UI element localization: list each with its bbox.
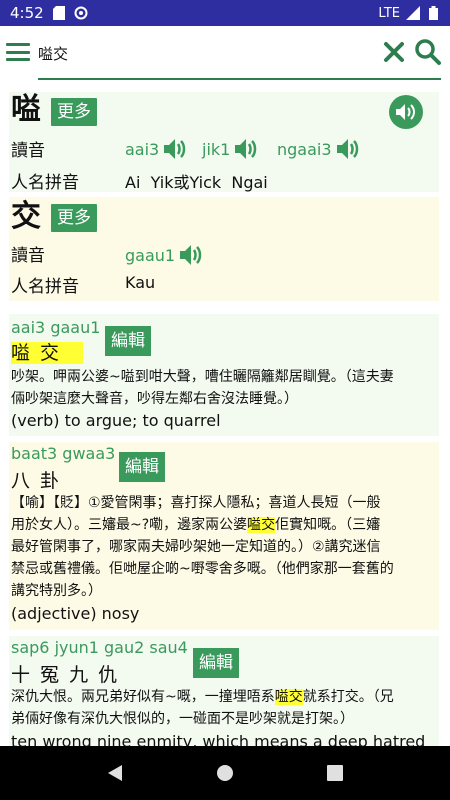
- entry-jyutping: sap6 jyun1 gau2 sau4: [11, 638, 188, 657]
- entry-jyutping: baat3 gwaa3: [11, 444, 116, 463]
- speaker-icon[interactable]: [234, 137, 260, 161]
- pron-text: aai3: [125, 139, 160, 159]
- signal-icon: [406, 6, 420, 20]
- speaker-icon[interactable]: [179, 243, 205, 267]
- search-icon[interactable]: [414, 38, 442, 66]
- menu-icon[interactable]: [6, 40, 32, 64]
- entry-headword: 八 卦: [11, 470, 62, 492]
- highlight: 嗌交: [247, 517, 276, 533]
- sync-icon: [74, 6, 88, 20]
- name-pinyin-values: Ai Yik或Yick Ngai: [125, 173, 268, 192]
- speaker-icon[interactable]: [163, 137, 189, 161]
- edit-button[interactable]: 編輯: [119, 452, 165, 482]
- name-pinyin-values: Kau: [125, 273, 156, 292]
- char-card: 嗌 更多 讀音 aai3 jik1 ngaai3 人名拼音 Ai Yik或Yic…: [9, 92, 439, 193]
- more-button[interactable]: 更多: [51, 98, 97, 126]
- entry-jyutping: aai3 gaau1: [11, 318, 101, 337]
- status-time: 4:52: [10, 4, 44, 22]
- name-pinyin-label: 人名拼音: [11, 173, 79, 193]
- entry-definition: 吵架。呷兩公婆~嗌到咁大聲，嘈住曬隔籬鄰居瞓覺。（這夫妻 倆吵架這麼大聲音，吵得…: [11, 369, 394, 407]
- char-glyph: 嗌: [11, 92, 41, 127]
- navigation-bar: [0, 746, 450, 800]
- name-pinyin-label: 人名拼音: [11, 277, 79, 297]
- entry-english: (adjective) nosy: [11, 604, 140, 623]
- edit-button[interactable]: 編輯: [193, 648, 239, 678]
- char-glyph: 交: [11, 199, 41, 234]
- entry[interactable]: aai3 gaau1 嗌 交 編輯 吵架。呷兩公婆~嗌到咁大聲，嘈住曬隔籬鄰居瞓…: [9, 314, 439, 436]
- pron-aai3[interactable]: aai3: [125, 137, 189, 161]
- search-bar: [0, 26, 450, 82]
- pron-ngaai3[interactable]: ngaai3: [277, 137, 362, 161]
- entry-english: ten wrong nine enmity, which means a dee…: [11, 732, 426, 746]
- more-button[interactable]: 更多: [51, 204, 97, 232]
- pron-text: gaau1: [125, 245, 176, 265]
- sd-card-icon: [52, 6, 66, 20]
- pron-text: ngaai3: [277, 139, 332, 159]
- highlight: 嗌交: [274, 689, 303, 705]
- pron-text: jik1: [202, 139, 231, 159]
- entry-english: (verb) to argue; to quarrel: [11, 411, 221, 430]
- entry-headword: 嗌 交: [11, 342, 84, 364]
- entry-headword: 十 冤 九 仇: [11, 664, 120, 686]
- search-underline: [38, 78, 441, 80]
- entry-definition: 【喻】【貶】①愛管閑事；喜打探人隱私；喜道人長短（一般 用於女人）。三嬸最~?嘞…: [11, 495, 394, 599]
- entry-definition: 深仇大恨。兩兄弟好似有~嘅，一撞埋唔系嗌交就系打交。（兄 弟倆好像有深仇大恨似的…: [11, 689, 394, 727]
- network-type: LTE: [378, 5, 400, 21]
- recents-icon[interactable]: [323, 761, 347, 785]
- entry[interactable]: sap6 jyun1 gau2 sau4 十 冤 九 仇 編輯 深仇大恨。兩兄弟…: [9, 636, 439, 746]
- clear-icon[interactable]: [382, 40, 406, 64]
- search-input[interactable]: [38, 36, 368, 70]
- pron-gaau1[interactable]: gaau1: [125, 243, 205, 267]
- pron-jik1[interactable]: jik1: [202, 137, 260, 161]
- reading-label: 讀音: [11, 141, 45, 161]
- entry[interactable]: baat3 gwaa3 八 卦 編輯 【喻】【貶】①愛管閑事；喜打探人隱私；喜道…: [9, 442, 439, 630]
- speaker-icon[interactable]: [336, 137, 362, 161]
- battery-icon: [426, 6, 440, 20]
- reading-label: 讀音: [11, 246, 45, 266]
- home-icon[interactable]: [213, 761, 237, 785]
- edit-button[interactable]: 編輯: [105, 326, 151, 356]
- status-bar: 4:52 LTE: [0, 0, 450, 26]
- char-card: 交 更多 讀音 gaau1 人名拼音 Kau: [9, 197, 439, 301]
- char-speaker-icon[interactable]: [389, 95, 423, 129]
- back-icon[interactable]: [103, 761, 127, 785]
